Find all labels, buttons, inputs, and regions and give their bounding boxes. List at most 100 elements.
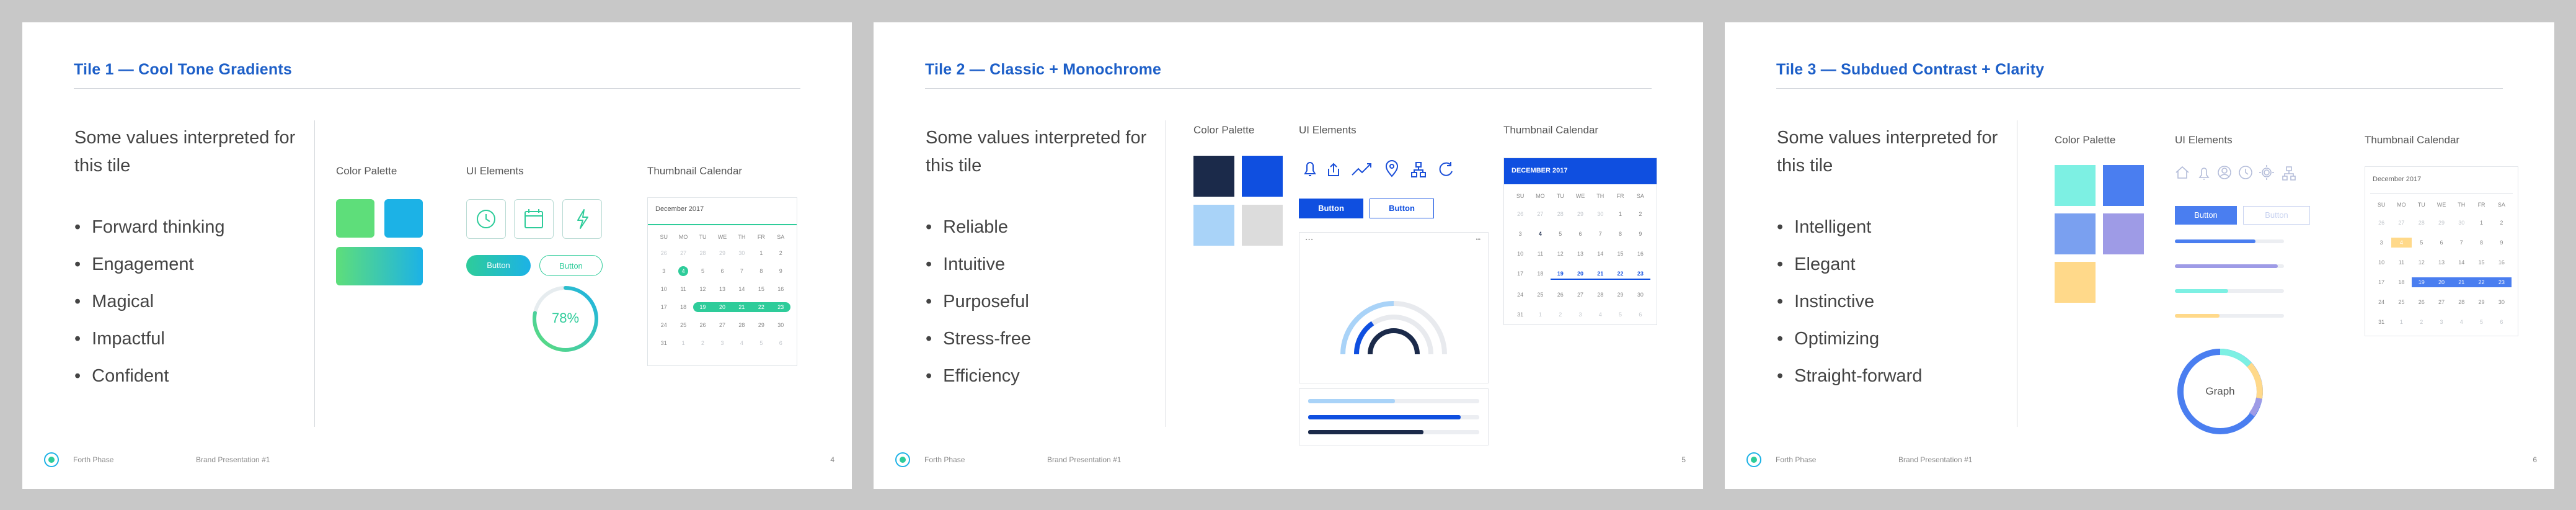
calendar-day[interactable]: 2 <box>2492 218 2512 228</box>
calendar-day[interactable]: 23 <box>1630 269 1650 280</box>
calendar-day[interactable]: 4 <box>678 266 689 276</box>
calendar-day[interactable]: 18 <box>673 302 693 312</box>
calendar-day[interactable]: 17 <box>1510 269 1530 279</box>
calendar-day[interactable]: 2 <box>693 338 712 348</box>
calendar-day[interactable]: 11 <box>2391 257 2411 267</box>
calendar-day[interactable]: 20 <box>1570 269 1591 280</box>
calendar-day[interactable]: 29 <box>751 320 771 330</box>
calendar-day[interactable]: 22 <box>751 302 771 312</box>
calendar-day[interactable]: 1 <box>673 338 693 348</box>
calendar-day[interactable]: 11 <box>1530 249 1550 259</box>
calendar-day[interactable]: 7 <box>1590 229 1610 239</box>
calendar-day[interactable]: 13 <box>712 284 732 294</box>
calendar-day[interactable]: 2 <box>771 248 790 258</box>
calendar-day[interactable]: 27 <box>673 248 693 258</box>
calendar-day[interactable]: 28 <box>732 320 751 330</box>
calendar-day[interactable]: 16 <box>2492 257 2512 267</box>
calendar-day[interactable]: 3 <box>712 338 732 348</box>
calendar-day[interactable]: 22 <box>1610 269 1631 280</box>
primary-button[interactable]: Button <box>1299 199 1363 218</box>
calendar-day[interactable]: 20 <box>712 302 732 312</box>
calendar-day[interactable]: 8 <box>1610 229 1630 239</box>
calendar-day[interactable]: 1 <box>1530 310 1550 320</box>
calendar-day[interactable]: 6 <box>771 338 790 348</box>
calendar-day[interactable]: 3 <box>1510 229 1530 239</box>
calendar-day[interactable]: 21 <box>1590 269 1611 280</box>
calendar-day[interactable]: 30 <box>2492 297 2512 307</box>
calendar-day[interactable]: 24 <box>654 320 673 330</box>
calendar-day[interactable]: 29 <box>1610 290 1630 300</box>
calendar-day[interactable]: 15 <box>751 284 771 294</box>
calendar-day[interactable]: 29 <box>2432 218 2451 228</box>
calendar-day[interactable]: 30 <box>732 248 751 258</box>
calendar-day[interactable]: 8 <box>2471 238 2491 248</box>
calendar-day[interactable]: 30 <box>771 320 790 330</box>
calendar-day[interactable]: 19 <box>2411 277 2432 287</box>
calendar-day[interactable]: 29 <box>1570 209 1590 219</box>
calendar-day[interactable]: 4 <box>2391 238 2412 248</box>
calendar-day[interactable]: 6 <box>2432 238 2451 248</box>
calendar-day[interactable]: 11 <box>673 284 693 294</box>
calendar-day[interactable]: 6 <box>1631 310 1650 320</box>
calendar-day[interactable]: 3 <box>1570 310 1590 320</box>
calendar-day[interactable]: 17 <box>654 302 673 312</box>
calendar-day[interactable]: 5 <box>1551 229 1570 239</box>
calendar-day[interactable]: 26 <box>2412 297 2432 307</box>
calendar-day[interactable]: 16 <box>771 284 790 294</box>
calendar-day[interactable]: 1 <box>2391 317 2411 327</box>
calendar-day[interactable]: 26 <box>654 248 673 258</box>
calendar-day[interactable]: 17 <box>2371 277 2391 287</box>
calendar-day[interactable]: 14 <box>732 284 751 294</box>
calendar-day[interactable]: 1 <box>751 248 771 258</box>
calendar-day[interactable]: 21 <box>2451 277 2472 287</box>
calendar-day[interactable]: 14 <box>2451 257 2471 267</box>
calendar-day[interactable]: 4 <box>1590 310 1610 320</box>
secondary-button[interactable]: Button <box>1370 199 1434 218</box>
calendar-day[interactable]: 9 <box>1631 229 1650 239</box>
calendar-day[interactable]: 2 <box>1631 209 1650 219</box>
calendar-day[interactable]: 20 <box>2431 277 2452 287</box>
calendar-day[interactable]: 3 <box>654 266 673 276</box>
lightning-icon-button[interactable] <box>562 199 602 239</box>
secondary-button[interactable]: Button <box>2243 206 2310 225</box>
calendar-day[interactable]: 7 <box>2451 238 2471 248</box>
calendar-day[interactable]: 2 <box>2412 317 2432 327</box>
calendar-day[interactable]: 4 <box>732 338 751 348</box>
calendar-day[interactable]: 5 <box>1610 310 1630 320</box>
calendar-day[interactable]: 23 <box>2491 277 2512 287</box>
calendar-day[interactable]: 14 <box>1590 249 1610 259</box>
calendar-icon-button[interactable] <box>514 199 554 239</box>
calendar-day[interactable]: 31 <box>654 338 673 348</box>
calendar-day[interactable]: 26 <box>1551 290 1570 300</box>
calendar-day[interactable]: 26 <box>2371 218 2391 228</box>
calendar-day[interactable]: 21 <box>732 302 752 312</box>
calendar-day[interactable]: 4 <box>2451 317 2471 327</box>
calendar-day[interactable]: 6 <box>2492 317 2512 327</box>
calendar-day[interactable]: 28 <box>693 248 712 258</box>
calendar-day[interactable]: 18 <box>2391 277 2411 287</box>
clock-icon-button[interactable] <box>466 199 506 239</box>
calendar-day[interactable]: 5 <box>2471 317 2491 327</box>
calendar-day[interactable]: 23 <box>771 302 790 312</box>
calendar-day[interactable]: 24 <box>2371 297 2391 307</box>
calendar-day[interactable]: 27 <box>712 320 732 330</box>
calendar-day[interactable]: 15 <box>1610 249 1630 259</box>
calendar-day[interactable]: 27 <box>2432 297 2451 307</box>
calendar-day[interactable]: 31 <box>1510 310 1530 320</box>
calendar-day[interactable]: 19 <box>693 302 713 312</box>
secondary-button[interactable]: Button <box>539 255 603 276</box>
calendar-day[interactable]: 12 <box>693 284 712 294</box>
calendar-day[interactable]: 24 <box>1510 290 1530 300</box>
calendar-day[interactable]: 27 <box>1570 290 1590 300</box>
primary-button[interactable]: Button <box>466 255 531 276</box>
calendar-day[interactable]: 1 <box>1610 209 1630 219</box>
calendar-day[interactable]: 28 <box>2451 297 2471 307</box>
calendar-day[interactable]: 27 <box>2391 218 2411 228</box>
calendar-day[interactable]: 10 <box>1510 249 1530 259</box>
calendar-day[interactable]: 28 <box>1551 209 1570 219</box>
calendar-day[interactable]: 26 <box>693 320 712 330</box>
calendar-day[interactable]: 27 <box>1530 209 1550 219</box>
calendar-day[interactable]: 13 <box>2432 257 2451 267</box>
calendar-day[interactable]: 12 <box>1551 249 1570 259</box>
calendar-day[interactable]: 25 <box>673 320 693 330</box>
